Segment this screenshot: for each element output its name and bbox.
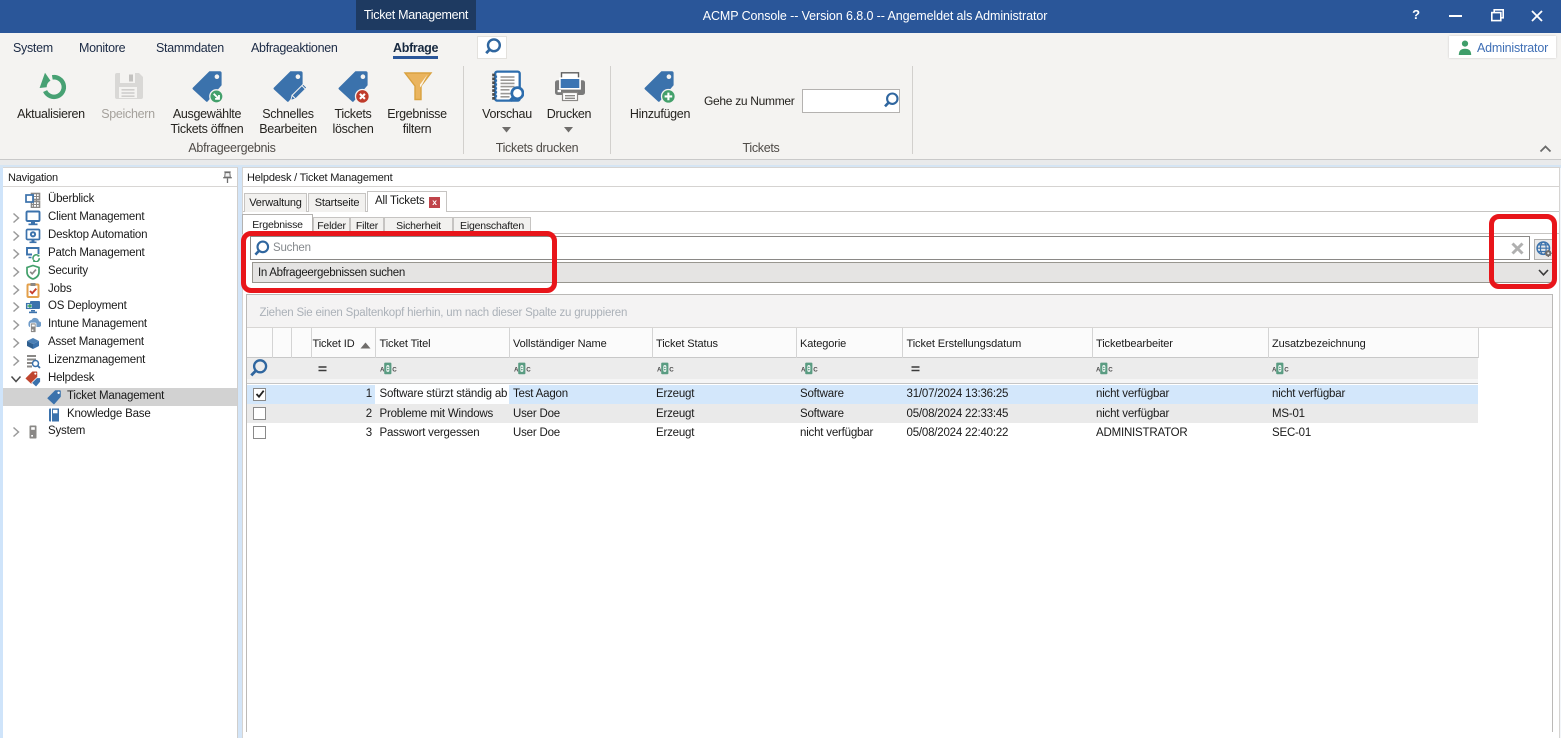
svg-text:C: C [813,366,818,373]
svg-text:C: C [526,366,531,373]
svg-text:C: C [1284,366,1289,373]
svg-text:C: C [392,366,397,373]
svg-text:C: C [1108,366,1113,373]
svg-text:C: C [669,366,674,373]
